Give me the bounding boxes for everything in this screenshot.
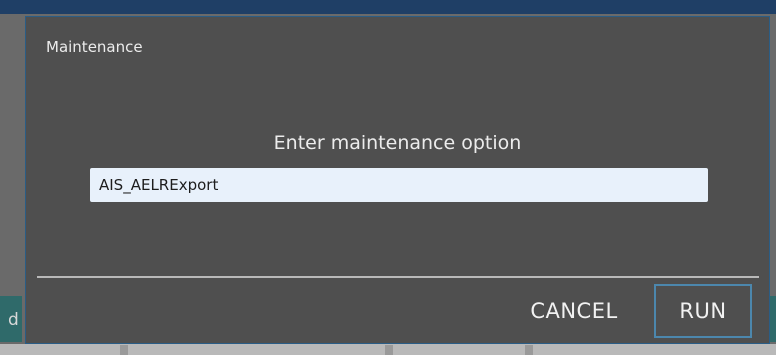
run-button[interactable]: RUN (654, 284, 752, 338)
maintenance-prompt-label: Enter maintenance option (273, 132, 522, 154)
app-header-bar (0, 0, 776, 14)
cancel-button[interactable]: CANCEL (518, 284, 630, 338)
dialog-divider (37, 276, 759, 278)
background-bottom-tab (525, 345, 533, 355)
maintenance-option-input[interactable] (90, 168, 708, 202)
maintenance-dialog: Maintenance Enter maintenance option CAN… (25, 16, 770, 344)
dialog-title: Maintenance (46, 38, 143, 56)
background-partial-text: d (8, 310, 19, 330)
background-row-left: d (0, 296, 22, 342)
background-bottom-tab (120, 345, 128, 355)
background-bottom-tab (385, 345, 393, 355)
